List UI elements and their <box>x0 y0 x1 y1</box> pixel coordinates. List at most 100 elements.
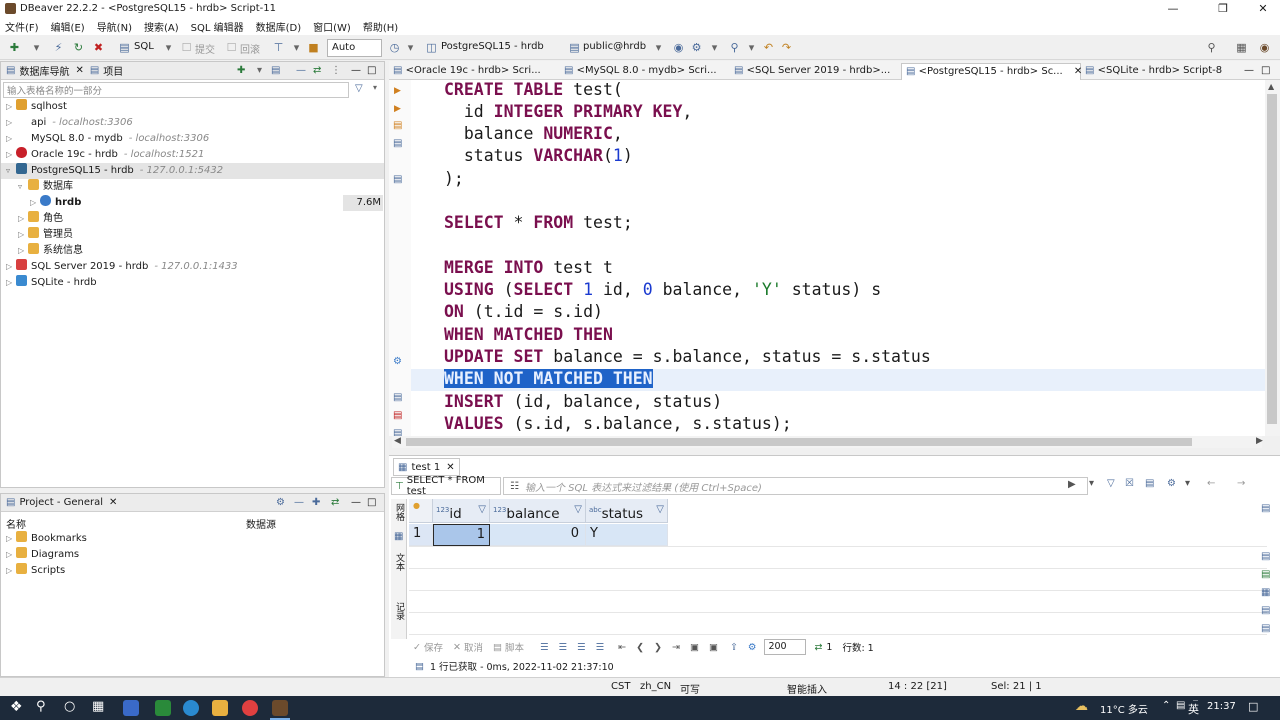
add-row-icon[interactable]: ☰ <box>559 642 568 653</box>
expand-icon[interactable]: ▷ <box>6 115 16 131</box>
column-header-status[interactable]: abcstatus ▽ <box>586 499 668 523</box>
prev-page-icon[interactable]: ❮ <box>636 642 644 653</box>
plan-icon[interactable]: ▤ <box>393 138 402 149</box>
collapse-icon[interactable]: ▿ <box>18 179 28 195</box>
menu-sql-editor[interactable]: SQL 编辑器 <box>191 19 244 34</box>
expand-icon[interactable]: ▷ <box>18 243 28 259</box>
disconnect-icon[interactable]: ✖ <box>92 41 105 54</box>
execute-icon[interactable]: ▶ <box>394 86 401 96</box>
maximize-icon[interactable]: □ <box>367 65 376 76</box>
minimize-icon[interactable]: — <box>351 497 361 508</box>
cell-status[interactable]: Y <box>586 524 668 546</box>
tray-chevron-icon[interactable]: ⌃ <box>1162 700 1170 711</box>
menu-icon[interactable]: ⋮ <box>331 65 341 76</box>
settings-icon[interactable]: ⚙ <box>276 497 285 508</box>
expand-icon[interactable]: ▷ <box>6 275 16 291</box>
expand-icon[interactable]: ▷ <box>6 99 16 115</box>
nav-forward-icon[interactable]: → <box>1237 478 1245 489</box>
search-icon[interactable]: ⚲ <box>36 699 46 714</box>
sort-filter-icon[interactable]: ▽ <box>656 499 664 521</box>
weather-label[interactable]: 11°C 多云 <box>1100 701 1148 716</box>
sort-filter-icon[interactable]: ▽ <box>574 499 582 521</box>
view-record-tab[interactable]: 记录 <box>393 602 406 620</box>
tree-item-system-info[interactable]: ▷ 系统信息 <box>18 243 83 259</box>
panel-tool-icon[interactable]: ▦ <box>1261 587 1270 598</box>
edge-icon[interactable] <box>183 700 199 716</box>
minimize-icon[interactable]: — <box>1244 63 1254 80</box>
cancel-button[interactable]: 取消 <box>464 640 483 654</box>
tree-item-databases[interactable]: ▿ 数据库 <box>18 179 73 195</box>
tree-item-oracle[interactable]: ▷ Oracle 19c - hrdb - localhost:1521 <box>6 147 204 163</box>
grid-corner[interactable]: ● <box>409 499 433 523</box>
forward-icon[interactable]: ↷ <box>780 41 793 54</box>
tree-item-sqlite[interactable]: ▷ SQLite - hrdb <box>6 275 97 291</box>
expand-icon[interactable]: ▷ <box>6 563 16 579</box>
tab-projects[interactable]: 项目 <box>103 63 123 78</box>
view-text-tab[interactable]: 文本 <box>393 553 406 571</box>
cortana-icon[interactable]: ○ <box>64 699 75 714</box>
active-connection-selector[interactable]: PostgreSQL15 - hrdb <box>441 41 544 52</box>
collapse-icon[interactable]: ▿ <box>6 163 16 179</box>
scroll-up-icon[interactable]: ▲ <box>1268 82 1274 91</box>
tab-sqlserver-script[interactable]: ▤ <SQL Server 2019 - hrdb>... <box>734 63 890 80</box>
tree-item-mysql[interactable]: ▷ MySQL 8.0 - mydb - localhost:3306 <box>6 131 209 147</box>
execute-script-icon[interactable]: ▶ <box>394 104 401 114</box>
project-item-scripts[interactable]: ▷ Scripts <box>6 563 65 579</box>
tree-item-sqlserver[interactable]: ▷ SQL Server 2019 - hrdb - 127.0.0.1:1433 <box>6 259 238 275</box>
expand-icon[interactable]: ▷ <box>6 131 16 147</box>
history-icon[interactable]: ◷ <box>388 41 401 54</box>
app-icon[interactable] <box>155 700 171 716</box>
connection-icon[interactable]: ◫ <box>425 41 438 54</box>
dropdown-icon[interactable]: ▾ <box>290 41 303 54</box>
dbeaver-icon[interactable] <box>272 700 288 716</box>
view-grid-tab[interactable]: 网格 <box>393 503 406 521</box>
close-icon[interactable]: ✕ <box>1248 1 1278 17</box>
commit-button[interactable]: 提交 <box>195 41 215 56</box>
expand-icon[interactable]: ▷ <box>18 227 28 243</box>
sql-button[interactable]: SQL <box>134 41 154 52</box>
new-script-icon[interactable]: ▤ <box>393 392 402 403</box>
new-connection-icon[interactable]: ✚ <box>8 41 21 54</box>
expand-icon[interactable]: ▷ <box>6 147 16 163</box>
menu-navigate[interactable]: 导航(N) <box>97 19 132 34</box>
tab-project-general[interactable]: Project - General <box>19 497 103 508</box>
copy-row-icon[interactable]: ☰ <box>577 642 586 653</box>
cell-balance[interactable]: 0 <box>490 524 586 546</box>
tree-item-api[interactable]: ▷ api - localhost:3306 <box>6 115 133 131</box>
minimize-icon[interactable]: — <box>1158 1 1188 17</box>
panel-tool-icon[interactable]: ▤ <box>1261 605 1270 616</box>
tab-mysql-script[interactable]: ▤ <MySQL 8.0 - mydb> Scri... <box>564 63 717 80</box>
results-filter-input[interactable]: ☷ 输入一个 SQL 表达式来过滤结果 (使用 Ctrl+Space) <box>503 477 1088 495</box>
next-page-icon[interactable]: ❯ <box>654 642 662 653</box>
clear-filter-icon[interactable]: ☒ <box>1125 478 1134 489</box>
explain-icon[interactable]: ▤ <box>393 120 402 131</box>
close-icon[interactable]: ✕ <box>109 497 117 508</box>
dropdown-icon[interactable]: ▾ <box>30 41 43 54</box>
tree-item-hrdb[interactable]: ▷ hrdb 7.6M <box>30 195 384 211</box>
panel-tool-icon[interactable]: ▤ <box>1261 623 1270 634</box>
script-button[interactable]: 脚本 <box>505 640 524 654</box>
dashboard-icon[interactable]: ◉ <box>672 41 685 54</box>
editor-horizontal-scrollbar[interactable]: ◀ ▶ <box>392 436 1263 448</box>
dropdown-icon[interactable]: ▾ <box>162 41 175 54</box>
screenshot-icon[interactable]: ▣ <box>690 642 699 653</box>
expand-icon[interactable]: ▷ <box>30 195 40 211</box>
notifications-icon[interactable]: □ <box>1248 700 1258 713</box>
transaction-mode-icon[interactable]: ⊤ <box>272 41 285 54</box>
global-search-icon[interactable]: ⚲ <box>1205 41 1218 54</box>
menu-window[interactable]: 窗口(W) <box>313 19 351 34</box>
panel-tool-icon[interactable]: ▤ <box>1261 551 1270 562</box>
close-icon[interactable]: ✕ <box>75 65 83 76</box>
maximize-icon[interactable]: □ <box>1261 63 1270 80</box>
editor-vertical-scrollbar[interactable]: ▲ <box>1265 80 1280 436</box>
new-connection-icon[interactable]: ✚ <box>237 65 245 76</box>
connect-icon[interactable]: ⚡ <box>52 41 65 54</box>
project-item-bookmarks[interactable]: ▷ Bookmarks <box>6 531 87 547</box>
collapse-all-icon[interactable]: ▤ <box>271 65 280 76</box>
menu-edit[interactable]: 编辑(E) <box>51 19 85 34</box>
menu-search[interactable]: 搜索(A) <box>144 19 179 34</box>
menu-file[interactable]: 文件(F) <box>5 19 39 34</box>
tree-item-roles[interactable]: ▷ 角色 <box>18 211 63 227</box>
dropdown-icon[interactable]: ▾ <box>404 41 417 54</box>
grid-icon[interactable]: ▦ <box>394 531 403 542</box>
